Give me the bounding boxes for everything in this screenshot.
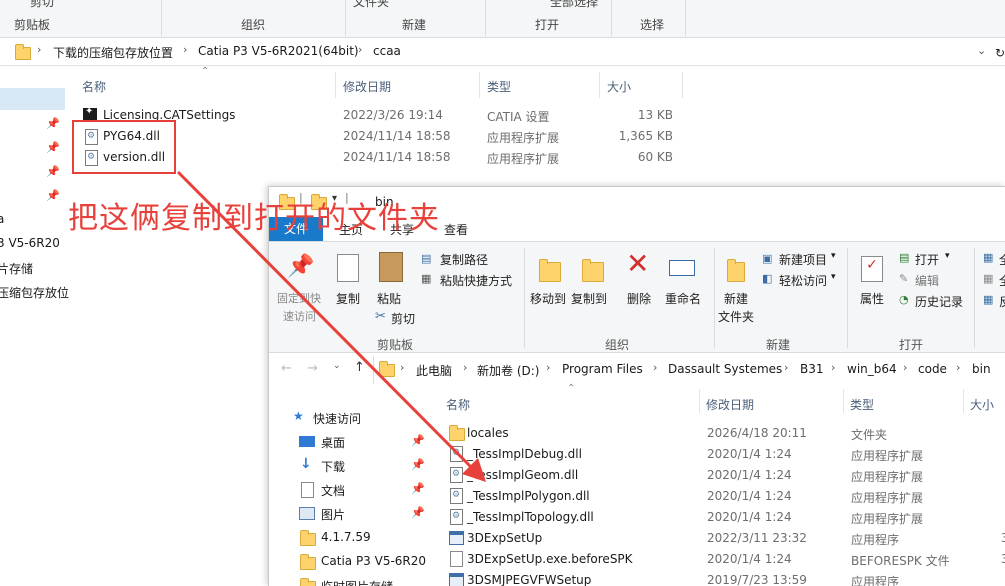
annotation-overlay (176, 170, 486, 482)
annotation-text: 把这俩复制到打开的文件夹 (68, 201, 440, 236)
